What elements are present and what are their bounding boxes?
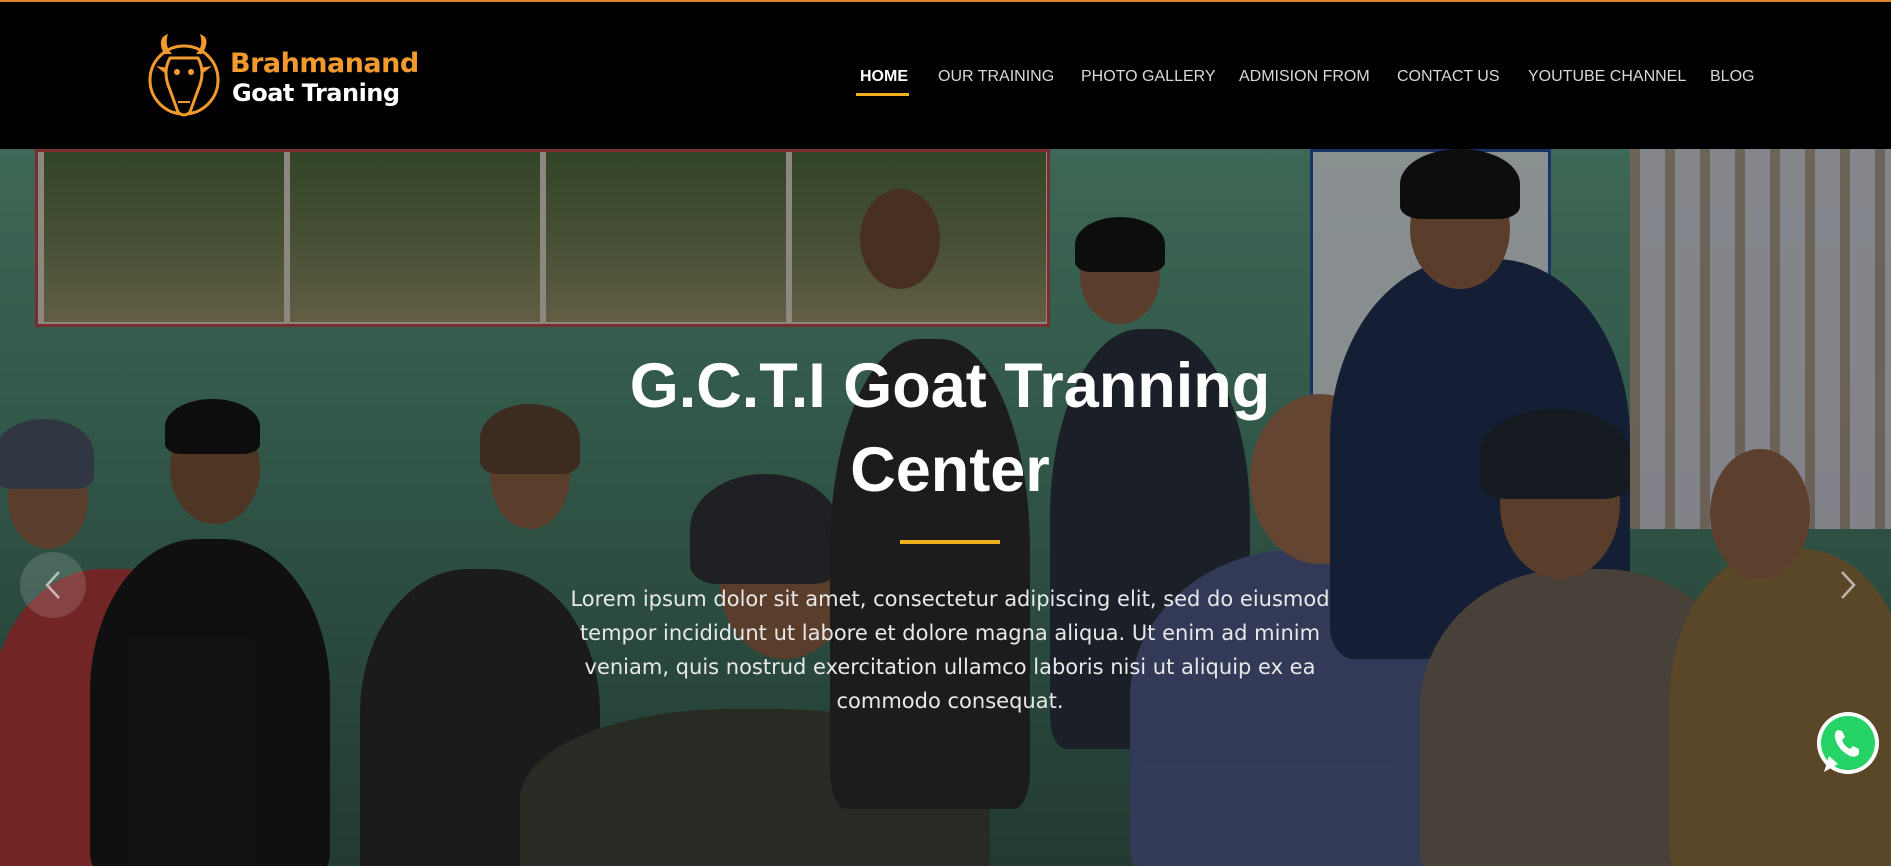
hero-divider [900,540,1000,544]
prev-slide-button[interactable] [20,552,86,618]
active-nav-underline [856,93,909,96]
nav-item-admision-from[interactable]: ADMISION FROM [1239,68,1370,86]
next-slide-button[interactable] [1815,552,1881,618]
site-header: Brahmanand Goat Traning HOME OUR TRAININ… [0,2,1891,148]
nav-item-photo-gallery[interactable]: PHOTO GALLERY [1081,68,1216,86]
nav-item-blog[interactable]: BLOG [1710,68,1754,86]
hero-description: Lorem ipsum dolor sit amet, consectetur … [570,587,1330,713]
hero-title: G.C.T.I Goat Tranning Center [629,351,1271,505]
nav-item-youtube-channel[interactable]: YOUTUBE CHANNEL [1528,68,1686,86]
main-nav: HOME OUR TRAINING PHOTO GALLERY ADMISION… [0,62,1891,92]
chevron-left-icon [45,571,60,599]
chevron-right-icon [1841,571,1856,599]
whatsapp-button[interactable] [1812,708,1884,780]
nav-item-our-training[interactable]: OUR TRAINING [938,68,1054,86]
nav-item-contact-us[interactable]: CONTACT US [1397,68,1500,86]
nav-item-home[interactable]: HOME [860,68,908,86]
whatsapp-icon [1817,712,1879,774]
hero-slider: G.C.T.I Goat Tranning Center Lorem ipsum… [0,149,1891,866]
